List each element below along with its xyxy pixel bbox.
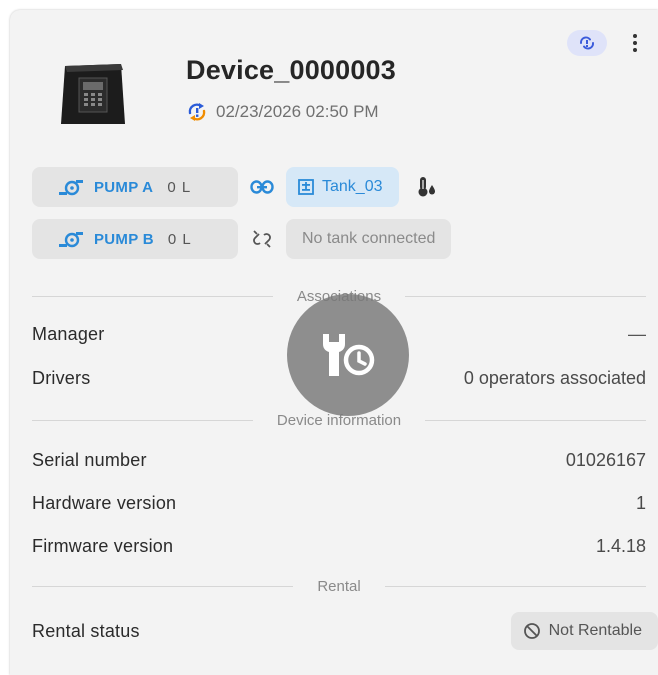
pump-chip-b[interactable]: PUMP B 0 L bbox=[32, 219, 238, 259]
serial-row: Serial number 01026167 bbox=[32, 450, 646, 471]
pump-volume: 0 L bbox=[167, 178, 192, 196]
rental-row: Rental status Not Rentable bbox=[32, 612, 658, 650]
sync-icon bbox=[580, 36, 594, 50]
device-last-sync: 02/23/2026 02:50 PM bbox=[186, 102, 379, 122]
section-divider-rental: Rental bbox=[32, 576, 646, 596]
device-name: Device_0000003 bbox=[186, 55, 396, 85]
manager-label: Manager bbox=[32, 324, 105, 344]
pump-icon bbox=[59, 232, 83, 248]
tank-name: Tank_03 bbox=[322, 178, 383, 195]
wrench-clock-icon bbox=[323, 334, 375, 376]
hardware-row: Hardware version 1 bbox=[32, 493, 646, 514]
firmware-row: Firmware version 1.4.18 bbox=[32, 536, 646, 557]
thermometer-drop-icon bbox=[417, 176, 437, 198]
tank-icon bbox=[298, 179, 314, 195]
more-vertical-icon[interactable] bbox=[625, 30, 645, 56]
pump-row-b: PUMP B 0 L No tank connected bbox=[32, 219, 452, 259]
link-icon[interactable] bbox=[238, 180, 286, 194]
sync-badge[interactable] bbox=[567, 30, 607, 56]
device-timestamp: 02/23/2026 02:50 PM bbox=[216, 102, 379, 121]
rental-status-label: Rental status bbox=[32, 620, 140, 641]
pump-name: PUMP B bbox=[94, 230, 154, 248]
tank-chip[interactable]: Tank_03 bbox=[286, 167, 399, 207]
pump-volume: 0 L bbox=[167, 230, 192, 248]
manager-value: — bbox=[628, 324, 646, 344]
device-card: Device_0000003 02/23/2026 02:50 PM PUMP … bbox=[10, 10, 658, 675]
device-image bbox=[57, 60, 129, 133]
rental-status-value: Not Rentable bbox=[548, 622, 642, 639]
hardware-label: Hardware version bbox=[32, 493, 177, 513]
serial-label: Serial number bbox=[32, 450, 147, 470]
firmware-label: Firmware version bbox=[32, 536, 174, 556]
section-title: Rental bbox=[317, 577, 361, 595]
drivers-label: Drivers bbox=[32, 368, 91, 388]
drivers-value: 0 operators associated bbox=[463, 368, 646, 388]
sync-alert-icon bbox=[188, 103, 206, 121]
serial-value: 01026167 bbox=[565, 450, 646, 470]
pump-name: PUMP A bbox=[94, 178, 154, 196]
block-icon bbox=[523, 623, 540, 639]
no-tank-chip[interactable]: No tank connected bbox=[286, 219, 452, 259]
unlink-icon[interactable] bbox=[238, 229, 286, 249]
pump-row-a: PUMP A 0 L Tank_03 bbox=[32, 167, 437, 207]
maintenance-fab[interactable] bbox=[287, 294, 409, 416]
hardware-value: 1 bbox=[635, 493, 646, 513]
rental-status-chip: Not Rentable bbox=[510, 612, 658, 650]
pump-icon bbox=[59, 180, 83, 196]
pump-chip-a[interactable]: PUMP A 0 L bbox=[32, 167, 238, 207]
firmware-value: 1.4.18 bbox=[595, 536, 646, 556]
